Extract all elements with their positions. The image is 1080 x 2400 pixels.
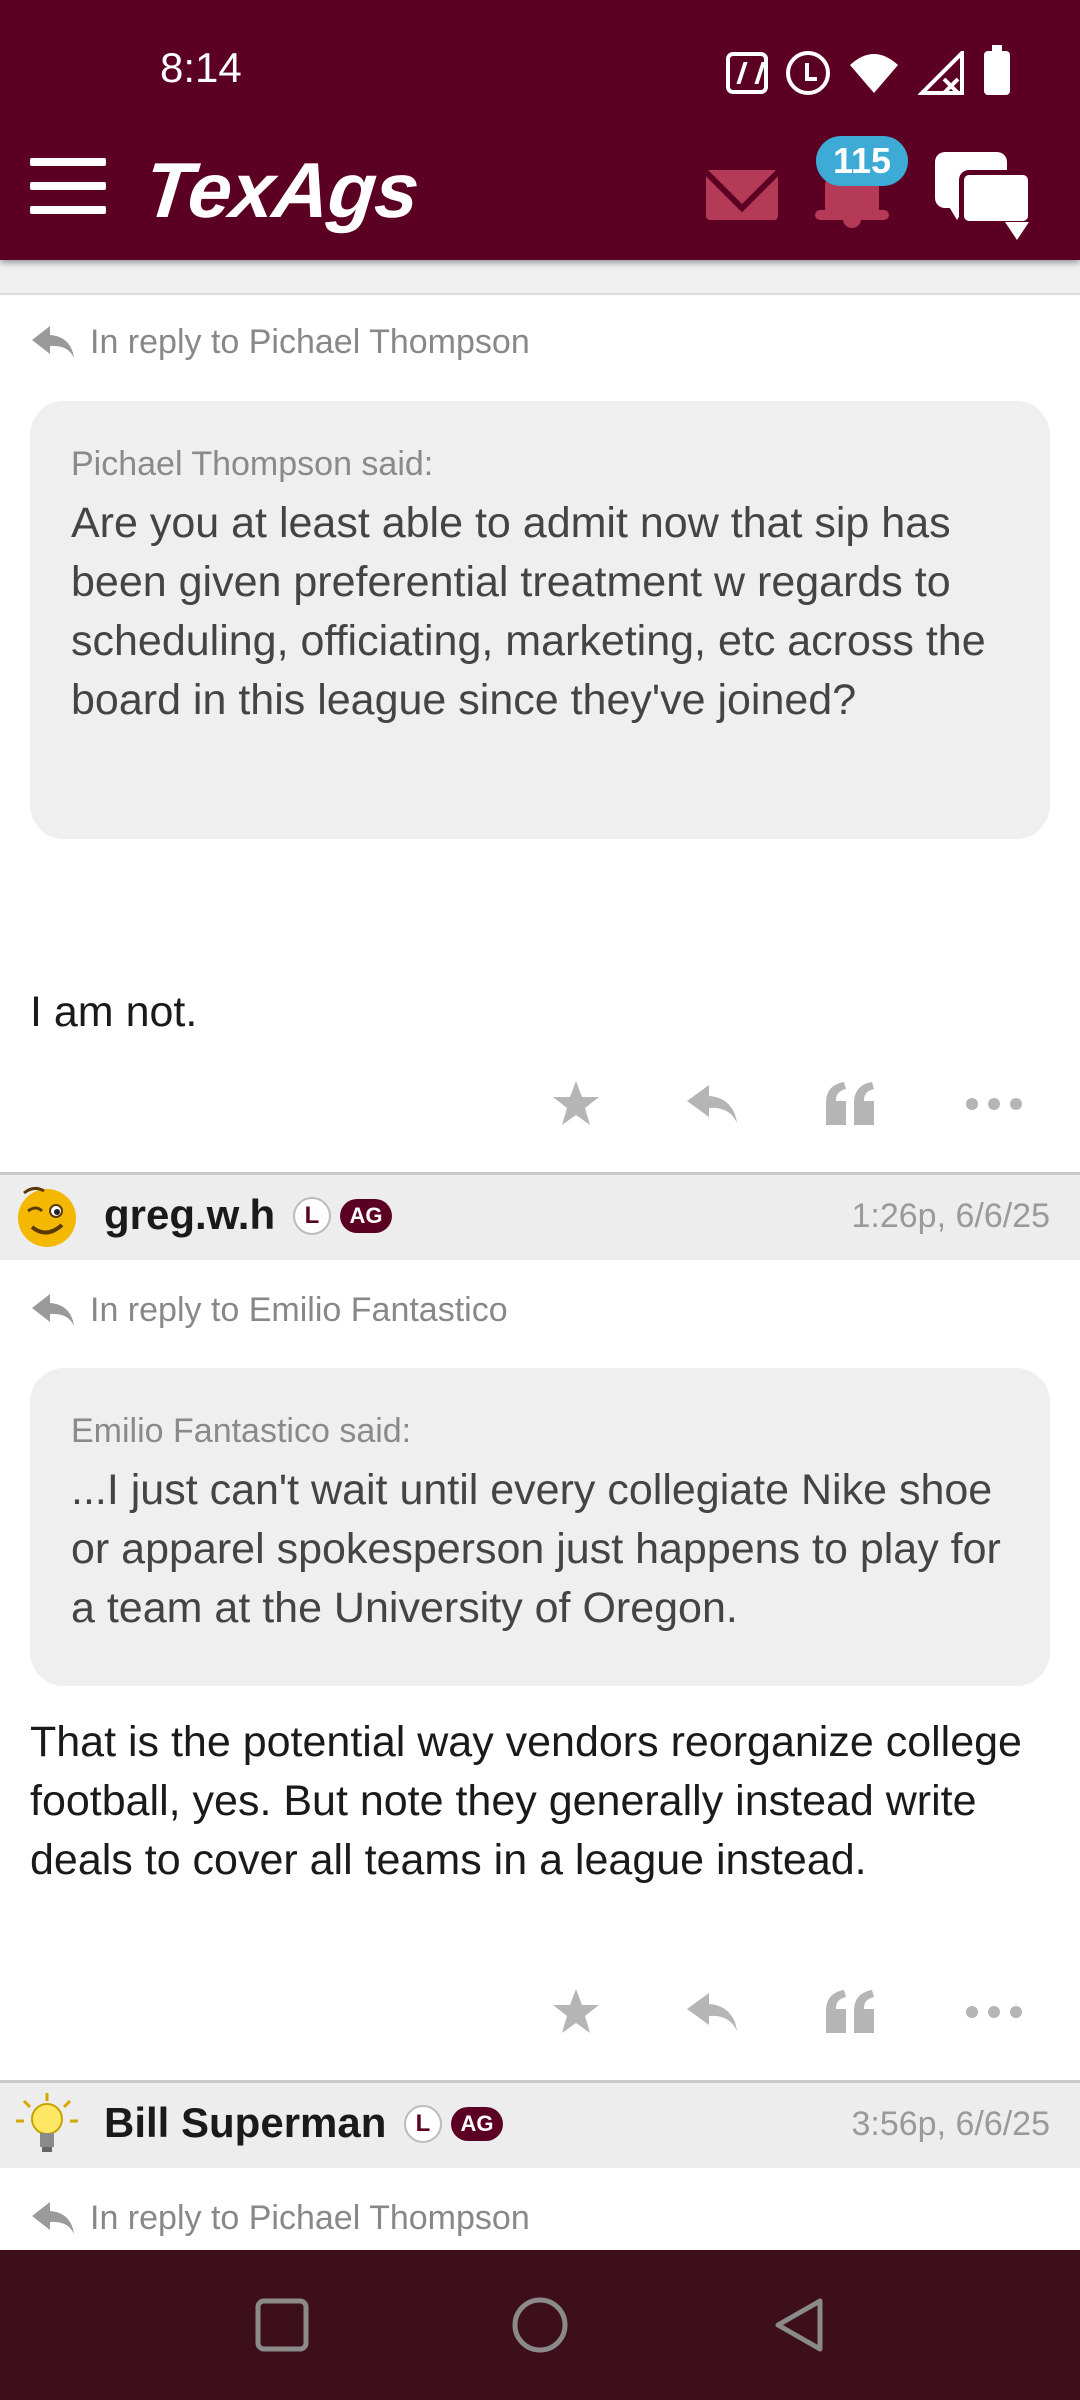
quote-text: Are you at least able to admit now that … <box>71 499 986 724</box>
reply-arrow-icon <box>32 1294 74 1326</box>
more-icon <box>966 1098 1022 1110</box>
ag-tag: AG <box>451 2107 503 2141</box>
texags-logo[interactable]: TexAgs <box>140 145 422 236</box>
star-icon <box>553 1989 599 2033</box>
post-timestamp[interactable]: 1:26p, 6/6/25 <box>851 1197 1050 1236</box>
recent-apps-icon[interactable] <box>252 2295 312 2355</box>
wifi-icon <box>850 54 898 93</box>
post-header: Bill Superman L AG 3:56p, 6/6/25 <box>0 2080 1080 2168</box>
quote-button[interactable] <box>820 1982 880 2042</box>
status-icons <box>726 45 1010 98</box>
notification-count-badge[interactable]: 115 <box>816 136 908 186</box>
reply-button[interactable] <box>682 1982 742 2042</box>
quote-button[interactable] <box>820 1074 880 1134</box>
reply-icon <box>687 1085 737 1123</box>
mail-icon[interactable] <box>706 170 778 220</box>
username[interactable]: Bill Superman <box>104 2099 386 2147</box>
more-options-button[interactable] <box>964 1982 1024 2042</box>
star-button[interactable] <box>546 1074 606 1134</box>
reply-icon <box>687 1993 737 2031</box>
battery-icon <box>984 45 1010 95</box>
post-timestamp[interactable]: 3:56p, 6/6/25 <box>851 2105 1050 2144</box>
back-icon[interactable] <box>770 2295 830 2355</box>
quote-block: Pichael Thompson said: Are you at least … <box>30 401 1050 839</box>
star-icon <box>553 1081 599 1125</box>
quote-icon <box>826 1082 874 1125</box>
post-actions <box>0 1074 1080 1134</box>
thread-content: In reply to Pichael Thompson Pichael Tho… <box>0 0 1080 2250</box>
status-time: 8:14 <box>160 44 242 91</box>
reply-arrow-icon <box>32 326 74 358</box>
post-body: That is the potential way vendors reorga… <box>30 1718 1022 1884</box>
ag-tag: AG <box>340 1199 392 1233</box>
quote-author: Emilio Fantastico said: <box>71 1412 412 1450</box>
quote-author: Pichael Thompson said: <box>71 445 434 483</box>
reply-link[interactable]: In reply to Pichael Thompson <box>30 2198 530 2238</box>
star-button[interactable] <box>546 1982 606 2042</box>
username[interactable]: greg.w.h <box>104 1191 275 1239</box>
quote-block: Emilio Fantastico said: ...I just can't … <box>30 1368 1050 1686</box>
alarm-icon <box>786 51 830 95</box>
lightbulb-avatar[interactable] <box>14 2091 80 2157</box>
reply-link[interactable]: In reply to Emilio Fantastico <box>30 1290 508 1330</box>
system-nav-bar <box>0 2250 1080 2400</box>
signal-icon <box>918 51 964 95</box>
lifetime-member-tag: L <box>293 1197 331 1235</box>
avatar[interactable] <box>14 1183 80 1249</box>
quote-text: ...I just can't wait until every collegi… <box>71 1466 1001 1632</box>
chat-icon[interactable] <box>935 148 1035 240</box>
reply-arrow-icon <box>32 2202 74 2234</box>
lifetime-member-tag: L <box>404 2105 442 2143</box>
reply-to-text: In reply to Pichael Thompson <box>90 322 530 361</box>
post-header: greg.w.h L AG 1:26p, 6/6/25 <box>0 1172 1080 1260</box>
reply-to-text: In reply to Pichael Thompson <box>90 2198 530 2237</box>
hamburger-menu-icon[interactable] <box>30 158 106 214</box>
nfc-icon <box>726 52 768 94</box>
post-actions <box>0 1982 1080 2042</box>
reply-link[interactable]: In reply to Pichael Thompson <box>30 322 530 362</box>
post-body: I am not. <box>30 988 198 1036</box>
home-icon[interactable] <box>510 2295 570 2355</box>
more-options-button[interactable] <box>964 1074 1024 1134</box>
reply-to-text: In reply to Emilio Fantastico <box>90 1290 508 1329</box>
app-header: 8:14 TexAgs 115 <box>0 0 1080 260</box>
quote-icon <box>826 1990 874 2033</box>
more-icon <box>966 2006 1022 2018</box>
reply-button[interactable] <box>682 1074 742 1134</box>
